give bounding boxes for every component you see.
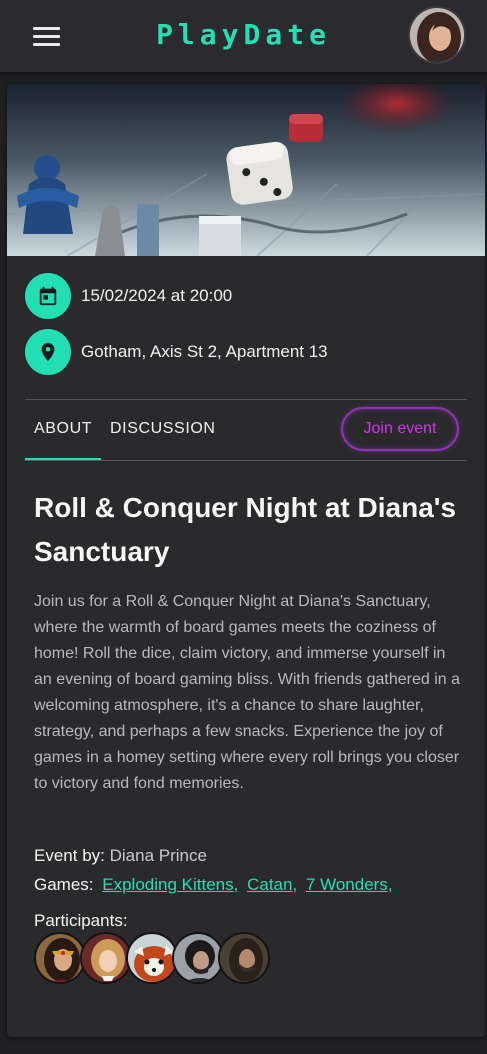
map-pin-icon bbox=[25, 329, 71, 375]
tab-about[interactable]: ABOUT bbox=[34, 420, 92, 438]
participant-avatar[interactable] bbox=[34, 932, 86, 984]
game-link-catan[interactable]: Catan, bbox=[247, 875, 297, 894]
event-location-row: Gotham, Axis St 2, Apartment 13 bbox=[25, 329, 328, 375]
participants-label: Participants: bbox=[34, 911, 128, 930]
event-location: Gotham, Axis St 2, Apartment 13 bbox=[81, 342, 328, 361]
join-event-button[interactable]: Join event bbox=[341, 407, 459, 451]
event-games: Games: Exploding Kittens, Catan, 7 Wonde… bbox=[34, 875, 393, 895]
app-bar: PlayDate bbox=[0, 0, 487, 72]
event-description: Join us for a Roll & Conquer Night at Di… bbox=[34, 593, 461, 792]
participant-avatar[interactable] bbox=[126, 932, 178, 984]
event-title: Roll & Conquer Night at Diana's Sanctuar… bbox=[34, 492, 457, 567]
participant-avatar[interactable] bbox=[80, 932, 132, 984]
event-date: 15/02/2024 at 20:00 bbox=[81, 286, 233, 305]
tab-discussion[interactable]: DISCUSSION bbox=[110, 420, 216, 438]
tabs-divider bbox=[25, 460, 467, 461]
games-label: Games: bbox=[34, 875, 94, 894]
user-avatar[interactable] bbox=[408, 6, 466, 64]
host-name: Diana Prince bbox=[109, 846, 207, 865]
participant-avatar[interactable] bbox=[172, 932, 224, 984]
event-host: Event by: Diana Prince bbox=[34, 846, 207, 866]
participant-avatar[interactable] bbox=[218, 932, 270, 984]
calendar-icon bbox=[25, 273, 71, 319]
participants-list bbox=[34, 932, 270, 984]
event-cover-image bbox=[7, 84, 485, 256]
event-date-row: 15/02/2024 at 20:00 bbox=[25, 273, 232, 319]
event-card: 15/02/2024 at 20:00 Gotham, Axis St 2, A… bbox=[7, 84, 485, 1037]
game-link-exploding-kittens[interactable]: Exploding Kittens, bbox=[102, 875, 238, 894]
game-link-7-wonders[interactable]: 7 Wonders, bbox=[306, 875, 393, 894]
host-label: Event by: bbox=[34, 846, 105, 865]
divider bbox=[25, 399, 467, 400]
